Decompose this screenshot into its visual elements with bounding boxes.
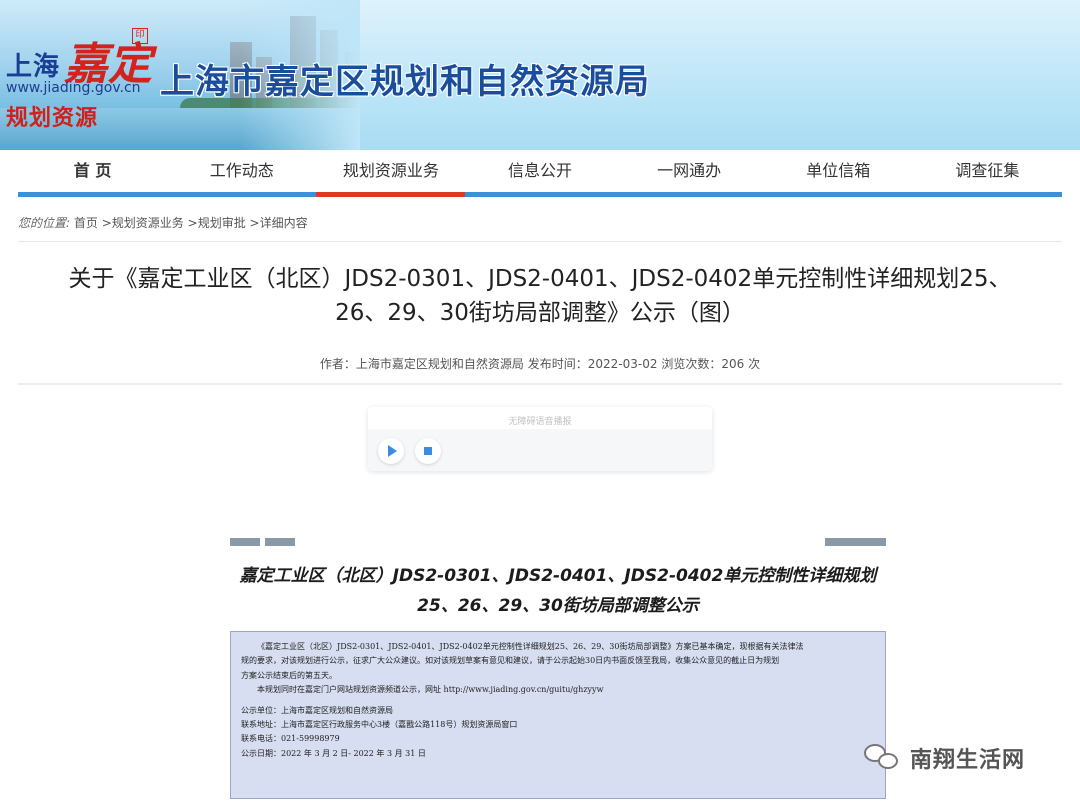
nav-item-home[interactable]: 首 页 bbox=[18, 150, 167, 192]
meta-date-label: 发布时间： bbox=[527, 357, 588, 371]
breadcrumb-sep: > bbox=[249, 216, 260, 230]
meta-author-label: 作者： bbox=[319, 357, 356, 371]
watermark: 南翔生活网 bbox=[862, 738, 1025, 778]
notice-address: 上海市嘉定区行政服务中心3楼（嘉戬公路118号）规划资源局窗口 bbox=[281, 720, 518, 730]
breadcrumb: 您的位置: 首页 >规划资源业务 >规划审批 >详细内容 bbox=[18, 212, 1062, 242]
divider bbox=[18, 383, 1062, 385]
audio-player: 无障碍语音播报 bbox=[368, 407, 712, 471]
stop-icon[interactable] bbox=[415, 438, 441, 464]
meta-views-label: 浏览次数： bbox=[661, 357, 722, 371]
notice-para2: 本规划同时在嘉定门户网站规划资源频道公示，网址 http://www.jiadi… bbox=[257, 685, 604, 695]
meta-views: 206 bbox=[721, 357, 745, 371]
notice-unit: 上海市嘉定区规划和自然资源局 bbox=[281, 705, 393, 715]
breadcrumb-sep: > bbox=[101, 216, 112, 230]
breadcrumb-planning-approval[interactable]: 规划审批 bbox=[198, 216, 246, 230]
notice-para1-line2: 规的要求，对该规划进行公示，征求广大公众建议。如对该规划草案有意见和建议，请于公… bbox=[241, 656, 780, 666]
decor-bar bbox=[230, 538, 260, 546]
meta-views-unit: 次 bbox=[748, 357, 761, 371]
decor-bar bbox=[825, 538, 886, 546]
notice-date: 2022 年 3 月 2 日- 2022 年 3 月 31 日 bbox=[281, 748, 426, 758]
nav-item-survey[interactable]: 调查征集 bbox=[913, 150, 1062, 192]
notice-unit-label: 公示单位： bbox=[241, 705, 281, 715]
notice-body: 《嘉定工业区（北区）JDS2-0301、JDS2-0401、JDS2-0402单… bbox=[230, 631, 886, 799]
meta-author: 上海市嘉定区规划和自然资源局 bbox=[355, 357, 524, 371]
notice-para1-line3: 方案公示结束后的第五天。 bbox=[241, 670, 337, 680]
article-title-line1: 关于《嘉定工业区（北区）JDS2-0301、JDS2-0401、JDS2-040… bbox=[68, 266, 1012, 292]
notice-heading: 嘉定工业区（北区）JDS2-0301、JDS2-0401、JDS2-0402单元… bbox=[230, 561, 886, 621]
nav-item-planning-business[interactable]: 规划资源业务 bbox=[316, 150, 466, 197]
nav-item-info-disclosure[interactable]: 信息公开 bbox=[465, 150, 614, 192]
notice-phone-label: 联系电话： bbox=[241, 734, 281, 744]
article-title-line2: 26、29、30街坊局部调整》公示（图） bbox=[335, 300, 745, 326]
article-meta: 作者：上海市嘉定区规划和自然资源局 发布时间：2022-03-02 浏览次数：2… bbox=[0, 355, 1080, 372]
player-caption: 无障碍语音播报 bbox=[508, 417, 572, 427]
wechat-icon bbox=[862, 741, 902, 775]
nav-item-mailbox[interactable]: 单位信箱 bbox=[764, 150, 913, 192]
article-title: 关于《嘉定工业区（北区）JDS2-0301、JDS2-0401、JDS2-040… bbox=[30, 262, 1050, 330]
notice-heading-line2: 25、26、29、30街坊局部调整公示 bbox=[417, 596, 699, 616]
logo-subtitle: 规划资源 bbox=[6, 106, 99, 131]
notice-phone: 021-59998979 bbox=[281, 734, 340, 744]
play-icon[interactable] bbox=[378, 438, 404, 464]
breadcrumb-home[interactable]: 首页 bbox=[74, 216, 98, 230]
logo-url: www.jiading.gov.cn bbox=[6, 80, 141, 96]
nav-item-one-stop-service[interactable]: 一网通办 bbox=[615, 150, 764, 192]
breadcrumb-planning-business[interactable]: 规划资源业务 bbox=[112, 216, 184, 230]
logo-seal-icon: 印 bbox=[132, 28, 148, 44]
meta-date: 2022-03-02 bbox=[587, 357, 658, 371]
site-title: 上海市嘉定区规划和自然资源局 bbox=[160, 62, 650, 102]
watermark-text: 南翔生活网 bbox=[910, 748, 1026, 773]
notice-date-label: 公示日期： bbox=[241, 748, 281, 758]
decor-bar bbox=[265, 538, 295, 546]
site-banner: 上海 嘉定 印 www.jiading.gov.cn 规划资源 上海市嘉定区规划… bbox=[0, 0, 1080, 150]
breadcrumb-lead: 您的位置: bbox=[18, 216, 71, 230]
notice-heading-line1: 嘉定工业区（北区）JDS2-0301、JDS2-0401、JDS2-0402单元… bbox=[239, 566, 877, 586]
main-nav: 首 页 工作动态 规划资源业务 信息公开 一网通办 单位信箱 调查征集 bbox=[18, 150, 1062, 197]
notice-address-label: 联系地址： bbox=[241, 720, 281, 730]
breadcrumb-current: 详细内容 bbox=[259, 216, 308, 230]
nav-item-news[interactable]: 工作动态 bbox=[167, 150, 316, 192]
notice-para1-line1: 《嘉定工业区（北区）JDS2-0301、JDS2-0401、JDS2-0402单… bbox=[257, 642, 804, 651]
breadcrumb-sep: > bbox=[187, 216, 198, 230]
logo-shanghai-text: 上海 bbox=[6, 52, 61, 82]
